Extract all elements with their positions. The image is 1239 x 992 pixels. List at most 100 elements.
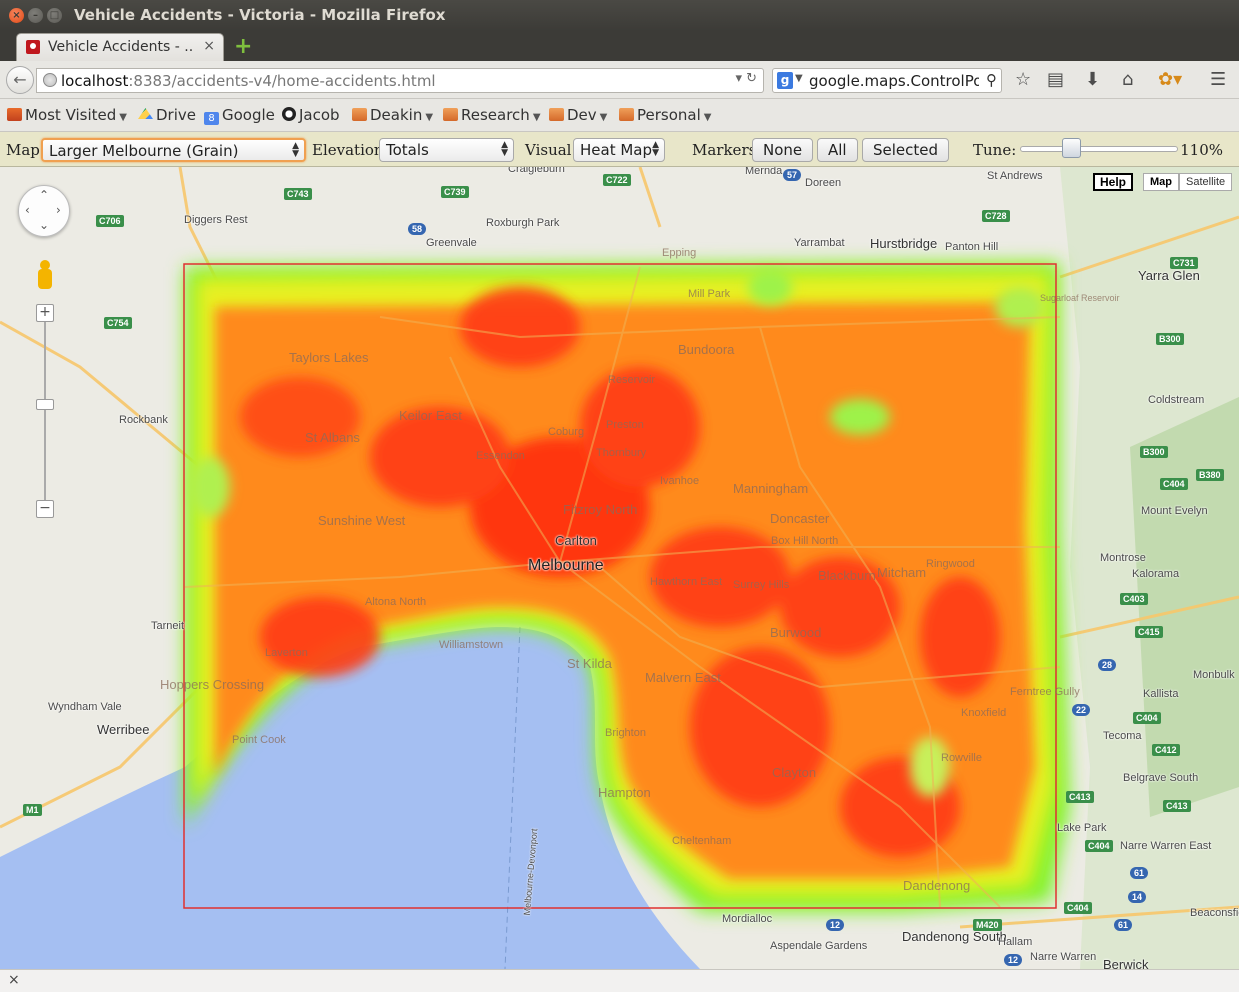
route-shield: C754 <box>104 317 132 329</box>
map-pan-control[interactable]: ⌃ ‹ › ⌄ <box>18 185 70 237</box>
label-bundoora: Bundoora <box>678 342 735 357</box>
tune-value: 110% <box>1180 141 1223 159</box>
bookmark-jacob[interactable]: Jacob <box>282 106 340 124</box>
elevation-select[interactable]: Totals ▲ ▼ <box>379 138 514 162</box>
navigation-toolbar: ← localhost:8383/accidents-v4/home-accid… <box>0 61 1239 99</box>
label-altona-north: Altona North <box>365 596 427 608</box>
zoom-slider-knob[interactable] <box>36 399 54 410</box>
label-hallam: Hallam <box>998 936 1033 948</box>
pan-left-icon[interactable]: ‹ <box>25 203 30 217</box>
label-blackburn: Blackburn <box>818 568 876 583</box>
window-close-button[interactable]: × <box>9 8 24 23</box>
google-icon: 8 <box>204 112 219 125</box>
label-mordialloc: Mordialloc <box>722 913 773 925</box>
bookmark-deakin[interactable]: Deakin ▼ <box>352 106 433 124</box>
label-diggers-rest: Diggers Rest <box>184 214 248 226</box>
map-canvas[interactable]: Melbourne Werribee Carlton Bundoora Mann… <box>0 167 1239 969</box>
map-label: Map: <box>6 141 45 159</box>
tab-strip: Vehicle Accidents - ... × + <box>0 31 1239 61</box>
elevation-label: Elevation: <box>312 141 389 159</box>
url-text[interactable]: localhost:8383/accidents-v4/home-acciden… <box>61 72 436 90</box>
new-tab-icon[interactable]: + <box>234 34 252 59</box>
route-shield: C404 <box>1064 902 1092 914</box>
label-keilor-east: Keilor East <box>399 408 462 423</box>
tune-slider-thumb[interactable] <box>1061 138 1081 158</box>
window-maximize-button[interactable]: □ <box>47 8 62 23</box>
map-base-svg <box>0 167 1239 969</box>
street-view-pegman-icon[interactable] <box>36 260 54 292</box>
download-icon[interactable]: ⬇ <box>1085 69 1100 90</box>
label-hoppers-crossing: Hoppers Crossing <box>160 677 265 692</box>
pan-right-icon[interactable]: › <box>56 203 61 217</box>
zoom-in-button[interactable]: + <box>36 304 54 322</box>
bookmark-drive[interactable]: Drive <box>138 106 196 124</box>
home-icon[interactable]: ⌂ <box>1122 69 1133 90</box>
route-shield: 12 <box>826 919 845 931</box>
label-kalorama: Kalorama <box>1132 568 1180 580</box>
search-icon[interactable]: ⚲ <box>986 71 997 89</box>
label-ferntree-gully: Ferntree Gully <box>1010 686 1080 698</box>
map-select[interactable]: Larger Melbourne (Grain) ▲ ▼ <box>41 138 306 162</box>
route-shield: B380 <box>1196 469 1224 481</box>
search-bar[interactable]: g ▼ google.maps.ControlPositi ⚲ <box>772 68 1002 93</box>
label-sunshine-west: Sunshine West <box>318 513 406 528</box>
route-shield: C403 <box>1120 593 1148 605</box>
route-shield: C728 <box>982 210 1010 222</box>
bookmark-google[interactable]: 8 Google <box>204 106 275 125</box>
markers-selected-button[interactable]: Selected <box>862 138 950 162</box>
map-type-map-button[interactable]: Map <box>1143 173 1179 191</box>
label-rowville: Rowville <box>941 752 982 764</box>
reload-icon[interactable]: ▾ ↻ <box>735 71 757 86</box>
back-arrow-icon[interactable]: ← <box>6 66 34 94</box>
route-shield: C706 <box>96 215 124 227</box>
pan-down-icon[interactable]: ⌄ <box>39 218 49 232</box>
pan-up-icon[interactable]: ⌃ <box>39 188 49 202</box>
markers-all-button[interactable]: All <box>817 138 858 162</box>
close-icon[interactable]: × <box>8 972 20 988</box>
menu-icon[interactable]: ☰ <box>1210 69 1226 90</box>
route-shield: C722 <box>603 174 631 186</box>
label-greenvale: Greenvale <box>426 237 477 249</box>
tab-title: Vehicle Accidents - ... <box>48 39 193 55</box>
folder-icon <box>352 108 367 121</box>
reading-list-icon[interactable]: ▤ <box>1047 69 1064 90</box>
google-search-engine-icon[interactable]: g <box>777 72 793 89</box>
route-shield: C731 <box>1170 257 1198 269</box>
label-narre-warren: Narre Warren <box>1030 951 1097 963</box>
map-type-satellite-button[interactable]: Satellite <box>1179 173 1233 191</box>
label-st-albans: St Albans <box>305 430 360 445</box>
markers-none-button[interactable]: None <box>752 138 814 162</box>
bookmark-research[interactable]: Research ▼ <box>443 106 541 124</box>
label-dandenong-south: Dandenong South <box>902 929 1007 944</box>
extension-icon[interactable]: ✿▾ <box>1158 69 1182 90</box>
tune-slider-track[interactable] <box>1020 146 1178 152</box>
bookmark-personal[interactable]: Personal ▼ <box>619 106 711 124</box>
label-box-hill-north: Box Hill North <box>771 535 839 547</box>
bookmark-most-visited[interactable]: Most Visited ▼ <box>7 106 127 124</box>
chevron-down-icon[interactable]: ▼ <box>795 73 803 84</box>
visual-select[interactable]: Heat Map ▲ ▼ <box>573 138 665 162</box>
tab-close-icon[interactable]: × <box>203 38 215 54</box>
tab-vehicle-accidents[interactable]: Vehicle Accidents - ... × <box>16 33 224 61</box>
route-shield: C412 <box>1152 744 1180 756</box>
label-manningham: Manningham <box>733 481 809 496</box>
label-preston: Preston <box>606 419 644 431</box>
most-visited-icon <box>7 108 22 121</box>
window-minimize-button[interactable]: – <box>28 8 43 23</box>
help-button[interactable]: Help <box>1093 173 1134 191</box>
label-coburg: Coburg <box>548 426 585 438</box>
url-bar[interactable]: localhost:8383/accidents-v4/home-acciden… <box>36 68 764 93</box>
folder-icon <box>443 108 458 121</box>
label-st-kilda: St Kilda <box>567 656 612 671</box>
label-lake-park: Lake Park <box>1057 822 1107 834</box>
label-reservoir: Reservoir <box>608 374 656 386</box>
bookmark-dev[interactable]: Dev ▼ <box>549 106 607 124</box>
label-burwood: Burwood <box>770 625 822 640</box>
search-input[interactable]: google.maps.ControlPositi <box>809 72 979 90</box>
star-icon[interactable]: ☆ <box>1015 69 1031 90</box>
label-craigieburn: Craigieburn <box>508 167 565 175</box>
route-shield: C743 <box>284 188 312 200</box>
label-rockbank: Rockbank <box>119 414 168 426</box>
route-shield: M420 <box>973 919 1002 931</box>
zoom-out-button[interactable]: − <box>36 500 54 518</box>
